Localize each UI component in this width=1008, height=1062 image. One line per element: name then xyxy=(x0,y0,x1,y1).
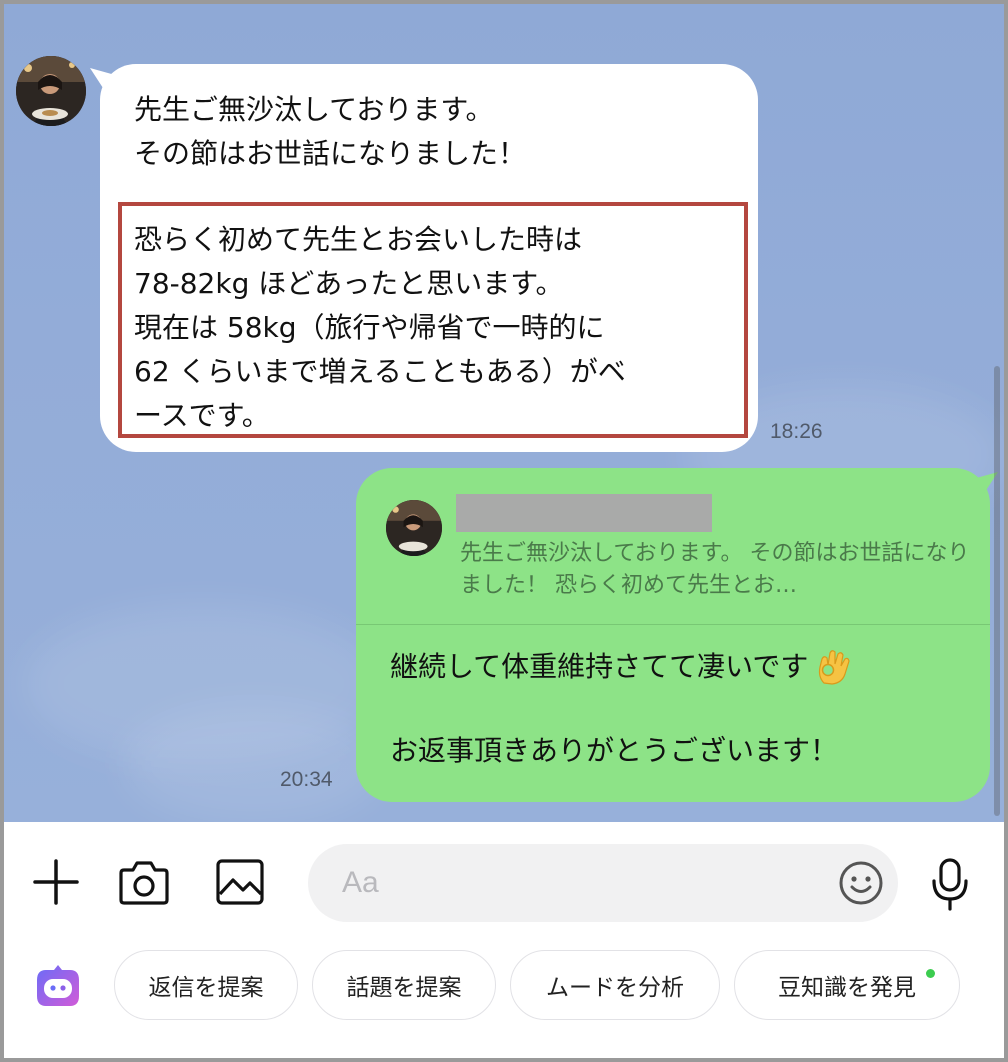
quoted-message-preview[interactable]: 先生ご無沙汰しております。 その節はお世話になりました！ 恐らく初めて先生とお… xyxy=(460,538,970,602)
outgoing-message-line: 継続して体重維持さてて凄いです xyxy=(390,650,809,683)
camera-icon[interactable] xyxy=(116,854,172,910)
incoming-message-bubble[interactable]: 先生ご無沙汰しております。 その節はお世話になりました！ 恐らく初めて先生とお会… xyxy=(90,64,758,452)
outgoing-message-bubble[interactable]: 先生ご無沙汰しております。 その節はお世話になりました！ 恐らく初めて先生とお…… xyxy=(356,468,998,802)
suggestion-chip-trivia[interactable]: 豆知識を発見 xyxy=(734,950,960,1020)
incoming-message-intro: 先生ご無沙汰しております。 その節はお世話になりました！ xyxy=(134,93,527,170)
suggestion-chip-label: 返信を提案 xyxy=(148,975,264,1001)
message-input-field[interactable] xyxy=(308,844,898,922)
microphone-icon[interactable] xyxy=(922,854,978,914)
plus-icon[interactable] xyxy=(28,854,84,910)
chat-area[interactable]: 先生ご無沙汰しております。 その節はお世話になりました！ 恐らく初めて先生とお会… xyxy=(4,4,1004,822)
suggestion-chip-label: 話題を提案 xyxy=(346,975,462,1001)
background-cloud xyxy=(124,704,384,822)
ok-hand-emoji-icon xyxy=(814,647,854,687)
message-input[interactable] xyxy=(342,862,802,904)
message-input-bar: 返信を提案 話題を提案 ムードを分析 豆知識を発見 xyxy=(4,822,1004,1058)
image-icon[interactable] xyxy=(212,854,268,910)
bubble-tail xyxy=(90,68,116,92)
outgoing-message-time: 20:34 xyxy=(280,768,333,791)
quoted-sender-name-redacted xyxy=(456,494,712,532)
suggestion-chip-reply[interactable]: 返信を提案 xyxy=(114,950,298,1020)
suggestion-chip-row: 返信を提案 話題を提案 ムードを分析 豆知識を発見 xyxy=(4,946,1004,1022)
outgoing-message-text: 継続して体重維持さてて凄いです お返事頂きありがとうございます！ xyxy=(390,646,854,772)
suggestion-chip-topic[interactable]: 話題を提案 xyxy=(312,950,496,1020)
chat-scrollbar[interactable] xyxy=(994,366,1000,816)
incoming-message-time: 18:26 xyxy=(770,420,823,443)
suggestion-chip-label: ムードを分析 xyxy=(546,975,684,1001)
emoji-icon[interactable] xyxy=(834,856,888,910)
incoming-message-highlighted: 恐らく初めて先生とお会いした時は 78-82kg ほどあったと思います。 現在は… xyxy=(134,223,626,432)
screenshot-frame: 先生ご無沙汰しております。 その節はお世話になりました！ 恐らく初めて先生とお会… xyxy=(4,4,1004,1058)
ai-assistant-icon[interactable] xyxy=(32,960,84,1012)
suggestion-chip-label: 豆知識を発見 xyxy=(778,975,916,1001)
sender-avatar[interactable] xyxy=(16,56,86,126)
new-indicator-dot xyxy=(926,969,935,978)
quote-divider xyxy=(356,624,990,625)
suggestion-chip-mood[interactable]: ムードを分析 xyxy=(510,950,720,1020)
quoted-sender-avatar xyxy=(386,500,442,556)
outgoing-message-line: お返事頂きありがとうございます！ xyxy=(390,734,839,767)
